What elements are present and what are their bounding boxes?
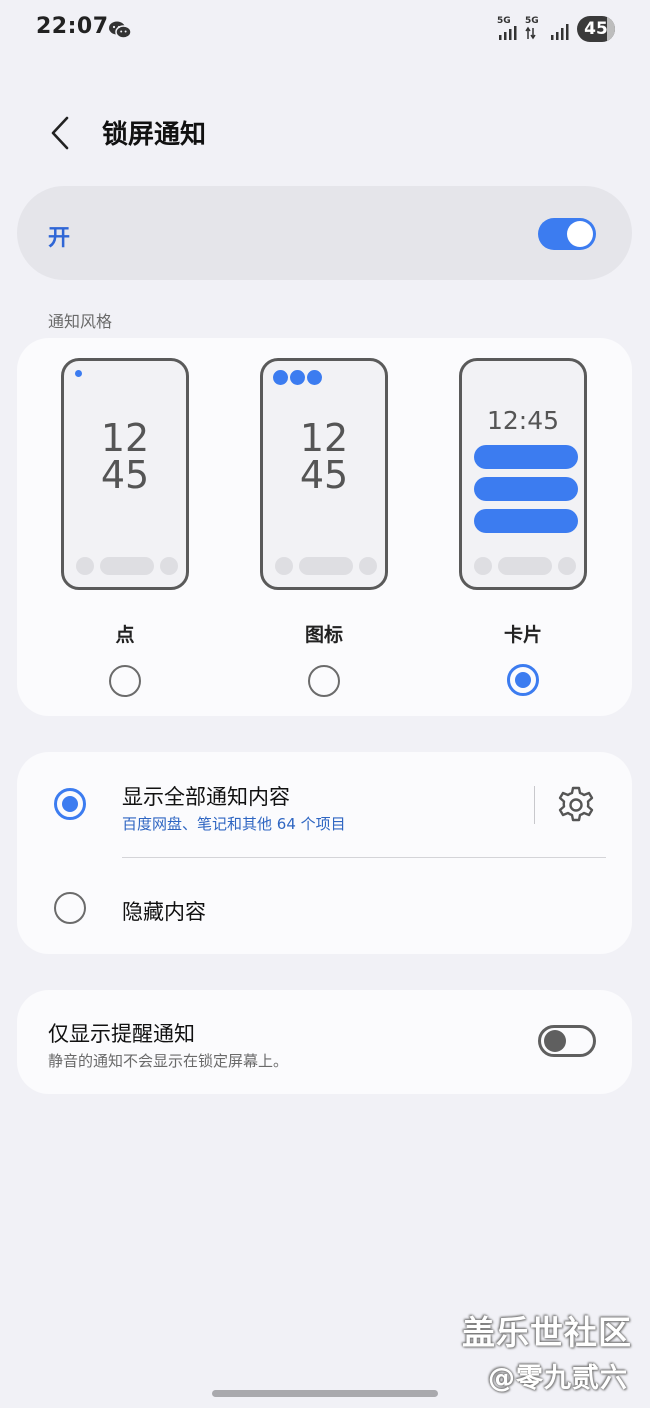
notification-icon-icon <box>307 370 322 385</box>
watermark-title: 盖乐世社区 <box>462 1313 632 1352</box>
style-radio-card[interactable] <box>507 664 539 696</box>
page-title: 锁屏通知 <box>102 120 207 150</box>
show-all-content-subtitle: 百度网盘、笔记和其他 64 个项目 <box>122 815 346 833</box>
signal-bars-icon <box>551 24 569 40</box>
preview-clock-minute: 45 <box>100 453 150 497</box>
home-indicator[interactable] <box>212 1390 438 1397</box>
preview-clock-minute: 45 <box>299 453 349 497</box>
notification-card <box>474 445 578 469</box>
alerts-only-toggle[interactable] <box>538 1025 596 1057</box>
back-button[interactable] <box>38 108 82 158</box>
style-radio-icon[interactable] <box>308 665 340 697</box>
style-preview-card[interactable]: 12:45 <box>459 358 587 590</box>
hide-content-radio[interactable] <box>54 892 86 924</box>
style-preview-dot[interactable]: 12 45 <box>61 358 189 590</box>
notification-icon-icon <box>290 370 305 385</box>
battery-indicator: 45 <box>577 16 615 42</box>
style-label-card: 卡片 <box>503 624 542 646</box>
chevron-left-icon <box>51 116 69 150</box>
signal-bars-icon <box>499 26 517 40</box>
master-switch-label: 开 <box>48 226 71 251</box>
master-toggle[interactable] <box>538 218 596 250</box>
preview-clock: 12:45 <box>486 406 560 435</box>
section-header-notification-style: 通知风格 <box>48 312 113 331</box>
gear-icon[interactable] <box>555 784 597 826</box>
notification-card <box>474 477 578 501</box>
show-all-content-radio[interactable] <box>54 788 86 820</box>
status-time: 22:07 <box>36 14 109 39</box>
alerts-only-title: 仅显示提醒通知 <box>48 1022 195 1046</box>
style-label-dot: 点 <box>115 624 135 646</box>
preview-clock-hour: 12 <box>100 416 150 460</box>
preview-clock-hour: 12 <box>299 416 349 460</box>
alerts-only-subtitle: 静音的通知不会显示在锁定屏幕上。 <box>48 1052 289 1070</box>
notification-card <box>474 509 578 533</box>
watermark-author: @零九贰六 <box>488 1363 628 1394</box>
hide-content-title[interactable]: 隐藏内容 <box>122 896 206 926</box>
sim1-signal-icon: 5G <box>497 16 521 42</box>
style-label-icon: 图标 <box>304 624 343 646</box>
show-all-content-title[interactable]: 显示全部通知内容 <box>122 781 290 811</box>
divider <box>534 786 535 824</box>
notification-dot-icon <box>75 370 82 377</box>
notification-icon-icon <box>273 370 288 385</box>
style-preview-icon[interactable]: 12 45 <box>260 358 388 590</box>
style-radio-dot[interactable] <box>109 665 141 697</box>
content-options-card <box>17 752 632 954</box>
divider <box>122 857 606 858</box>
wechat-icon <box>109 21 132 39</box>
data-arrows-icon <box>525 26 536 40</box>
sim2-signal-icon: 5G <box>525 16 547 42</box>
